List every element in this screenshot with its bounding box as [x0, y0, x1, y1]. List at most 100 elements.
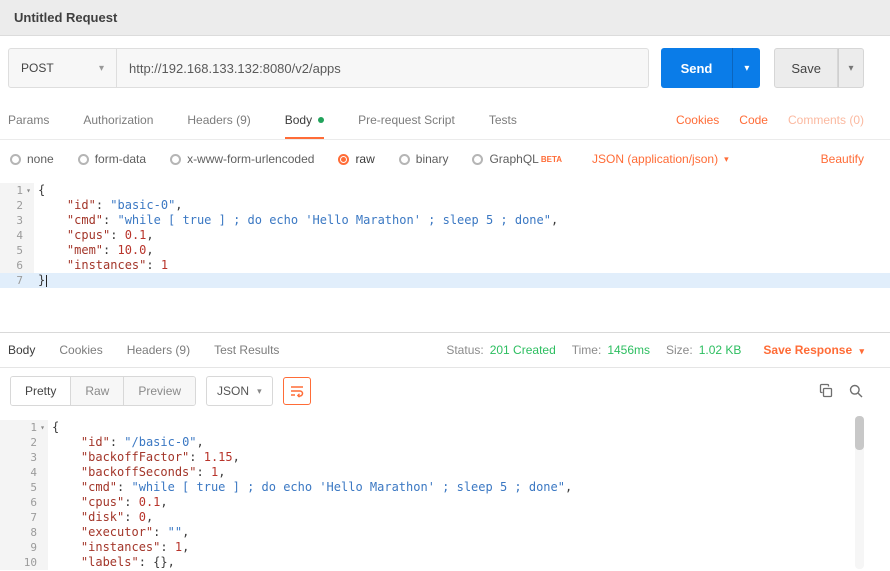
view-preview-button[interactable]: Preview: [124, 377, 195, 405]
send-button[interactable]: Send: [661, 48, 733, 88]
line-number-gutter: 9: [0, 540, 48, 555]
cookies-link[interactable]: Cookies: [676, 113, 719, 127]
fold-spacer: [37, 450, 48, 465]
url-group: POST ▾: [8, 48, 649, 88]
url-input[interactable]: [117, 49, 648, 87]
fold-spacer: [37, 525, 48, 540]
fold-spacer: [37, 480, 48, 495]
line-number-gutter: 4: [0, 465, 48, 480]
request-tabs: Params Authorization Headers (9) Body Pr…: [0, 100, 890, 140]
view-raw-button[interactable]: Raw: [71, 377, 124, 405]
code-token: "disk": [81, 510, 124, 524]
code-token: :: [153, 525, 167, 539]
tab-tests[interactable]: Tests: [489, 100, 517, 139]
response-tab-headers[interactable]: Headers (9): [127, 343, 190, 357]
save-response-button[interactable]: Save Response ▾: [763, 343, 864, 357]
comments-link[interactable]: Comments (0): [788, 113, 864, 127]
code-token: ,: [146, 228, 153, 242]
line-number: 7: [30, 510, 37, 525]
response-tab-body[interactable]: Body: [8, 343, 35, 357]
word-wrap-button[interactable]: [283, 377, 311, 405]
code-token: :: [124, 495, 138, 509]
line-number: 5: [16, 243, 23, 258]
code-token: :: [96, 198, 110, 212]
response-body-editor[interactable]: 1▾{2 "id": "/basic-0",3 "backoffFactor":…: [0, 414, 890, 571]
code-token: "backoffSeconds": [81, 465, 197, 479]
code-token: "executor": [81, 525, 153, 539]
line-number: 6: [30, 495, 37, 510]
code-token: "cmd": [67, 213, 103, 227]
size-value: 1.02 KB: [699, 343, 742, 357]
response-tab-cookies[interactable]: Cookies: [59, 343, 102, 357]
code-line: 7 "disk": 0,: [0, 510, 890, 525]
method-value: POST: [21, 61, 54, 75]
code-token: 1: [161, 258, 168, 272]
bodytype-x-www-form-urlencoded[interactable]: x-www-form-urlencoded: [170, 152, 314, 166]
code-content: {: [48, 420, 59, 435]
bodytype-raw[interactable]: raw: [338, 152, 374, 166]
code-content: "instances": 1: [34, 258, 168, 273]
line-number: 7: [16, 273, 23, 288]
response-tab-test-results[interactable]: Test Results: [214, 343, 279, 357]
response-scrollbar-thumb[interactable]: [855, 416, 864, 450]
response-toolbar: Pretty Raw Preview JSON ▾: [0, 368, 890, 414]
code-token: "instances": [81, 540, 160, 554]
fold-spacer: [37, 555, 48, 570]
fold-spacer: [37, 510, 48, 525]
line-number: 1: [30, 420, 37, 435]
send-options-button[interactable]: ▾: [732, 48, 760, 88]
tab-body[interactable]: Body: [285, 100, 324, 139]
line-number: 2: [30, 435, 37, 450]
code-token: "while [ true ] ; do echo 'Hello Maratho…: [117, 213, 550, 227]
fold-caret-icon[interactable]: ▾: [23, 183, 34, 198]
fold-spacer: [23, 198, 34, 213]
beautify-link[interactable]: Beautify: [821, 152, 864, 166]
tab-authorization[interactable]: Authorization: [83, 100, 153, 139]
save-options-button[interactable]: ▾: [838, 48, 864, 88]
bodytype-binary[interactable]: binary: [399, 152, 449, 166]
code-token: "while [ true ] ; do echo 'Hello Maratho…: [131, 480, 564, 494]
view-pretty-button[interactable]: Pretty: [11, 377, 71, 405]
response-format-select[interactable]: JSON ▾: [206, 376, 273, 406]
code-line: 5 "cmd": "while [ true ] ; do echo 'Hell…: [0, 480, 890, 495]
code-link[interactable]: Code: [739, 113, 768, 127]
code-content: "mem": 10.0,: [34, 243, 154, 258]
fold-caret-icon[interactable]: ▾: [37, 420, 48, 435]
bodytype-form-data[interactable]: form-data: [78, 152, 146, 166]
code-token: :: [146, 258, 160, 272]
code-line: 6 "cpus": 0.1,: [0, 495, 890, 510]
response-tabs: Body Cookies Headers (9) Test Results St…: [0, 332, 890, 368]
code-token: "id": [81, 435, 110, 449]
line-number: 2: [16, 198, 23, 213]
tab-headers[interactable]: Headers (9): [187, 100, 250, 139]
line-number-gutter: 7: [0, 510, 48, 525]
code-line: 4 "backoffSeconds": 1,: [0, 465, 890, 480]
save-button[interactable]: Save: [774, 48, 838, 88]
code-token: "id": [67, 198, 96, 212]
copy-response-button[interactable]: [818, 383, 834, 399]
radio-icon: [399, 154, 410, 165]
bodytype-none[interactable]: none: [10, 152, 54, 166]
code-token: [38, 198, 67, 212]
code-token: "basic-0": [110, 198, 175, 212]
code-token: ,: [175, 198, 182, 212]
search-response-button[interactable]: [848, 383, 864, 399]
code-content: }: [34, 273, 47, 288]
tab-pre-request-script[interactable]: Pre-request Script: [358, 100, 455, 139]
bodytype-graphql[interactable]: GraphQL BETA: [472, 152, 562, 166]
content-type-select[interactable]: JSON (application/json) ▾: [592, 152, 729, 166]
text-cursor: [46, 275, 47, 287]
line-number-gutter: 2: [0, 198, 34, 213]
tab-params[interactable]: Params: [8, 100, 49, 139]
method-select[interactable]: POST ▾: [9, 49, 117, 87]
code-line: 7}: [0, 273, 890, 288]
code-token: {: [38, 183, 45, 197]
response-scrollbar-track[interactable]: [855, 416, 864, 569]
fold-spacer: [23, 258, 34, 273]
code-line: 5 "mem": 10.0,: [0, 243, 890, 258]
word-wrap-icon: [289, 383, 305, 399]
code-token: [38, 258, 67, 272]
code-content: "backoffFactor": 1.15,: [48, 450, 240, 465]
code-content: {: [34, 183, 45, 198]
request-body-editor[interactable]: 1▾{2 "id": "basic-0",3 "cmd": "while [ t…: [0, 178, 890, 332]
